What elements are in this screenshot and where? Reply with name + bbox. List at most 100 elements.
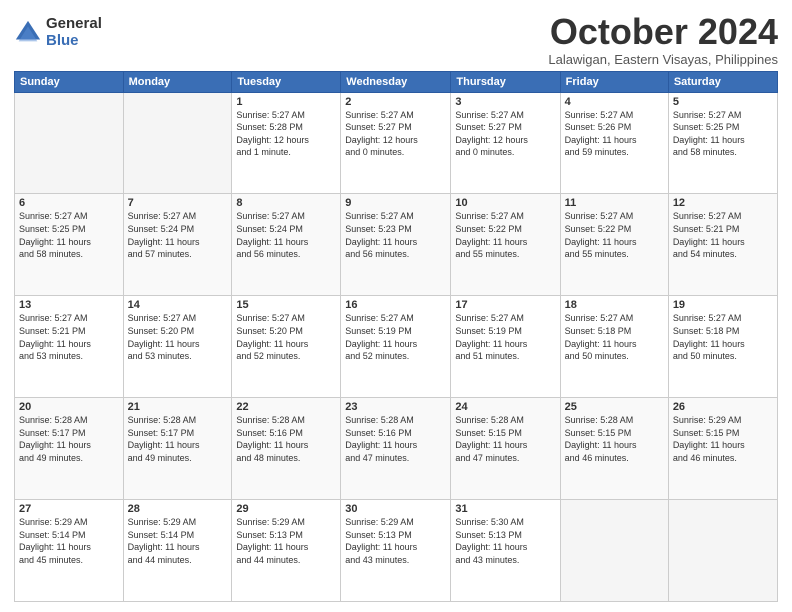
- day-info: Sunrise: 5:27 AM Sunset: 5:25 PM Dayligh…: [673, 109, 773, 159]
- day-info: Sunrise: 5:28 AM Sunset: 5:15 PM Dayligh…: [565, 414, 664, 464]
- day-number: 21: [128, 401, 228, 413]
- calendar-cell: 29Sunrise: 5:29 AM Sunset: 5:13 PM Dayli…: [232, 500, 341, 602]
- day-info: Sunrise: 5:28 AM Sunset: 5:15 PM Dayligh…: [455, 414, 555, 464]
- day-info: Sunrise: 5:27 AM Sunset: 5:23 PM Dayligh…: [345, 210, 446, 260]
- day-number: 27: [19, 503, 119, 515]
- day-info: Sunrise: 5:27 AM Sunset: 5:18 PM Dayligh…: [565, 312, 664, 362]
- day-info: Sunrise: 5:27 AM Sunset: 5:28 PM Dayligh…: [236, 109, 336, 159]
- calendar-cell: 13Sunrise: 5:27 AM Sunset: 5:21 PM Dayli…: [15, 296, 124, 398]
- day-number: 14: [128, 299, 228, 311]
- calendar-cell: [15, 92, 124, 194]
- calendar-cell: 6Sunrise: 5:27 AM Sunset: 5:25 PM Daylig…: [15, 194, 124, 296]
- day-number: 15: [236, 299, 336, 311]
- month-title: October 2024: [548, 12, 778, 52]
- calendar-cell: 25Sunrise: 5:28 AM Sunset: 5:15 PM Dayli…: [560, 398, 668, 500]
- day-number: 9: [345, 197, 446, 209]
- col-header-tuesday: Tuesday: [232, 71, 341, 92]
- week-row-1: 1Sunrise: 5:27 AM Sunset: 5:28 PM Daylig…: [15, 92, 778, 194]
- day-info: Sunrise: 5:28 AM Sunset: 5:16 PM Dayligh…: [236, 414, 336, 464]
- day-info: Sunrise: 5:29 AM Sunset: 5:14 PM Dayligh…: [128, 516, 228, 566]
- calendar-cell: 3Sunrise: 5:27 AM Sunset: 5:27 PM Daylig…: [451, 92, 560, 194]
- day-info: Sunrise: 5:27 AM Sunset: 5:27 PM Dayligh…: [345, 109, 446, 159]
- day-number: 26: [673, 401, 773, 413]
- day-info: Sunrise: 5:29 AM Sunset: 5:15 PM Dayligh…: [673, 414, 773, 464]
- day-number: 11: [565, 197, 664, 209]
- col-header-thursday: Thursday: [451, 71, 560, 92]
- calendar-cell: 28Sunrise: 5:29 AM Sunset: 5:14 PM Dayli…: [123, 500, 232, 602]
- day-number: 2: [345, 96, 446, 108]
- day-info: Sunrise: 5:28 AM Sunset: 5:17 PM Dayligh…: [19, 414, 119, 464]
- day-number: 10: [455, 197, 555, 209]
- day-info: Sunrise: 5:27 AM Sunset: 5:19 PM Dayligh…: [345, 312, 446, 362]
- day-number: 7: [128, 197, 228, 209]
- day-number: 6: [19, 197, 119, 209]
- calendar-table: SundayMondayTuesdayWednesdayThursdayFrid…: [14, 71, 778, 602]
- week-row-3: 13Sunrise: 5:27 AM Sunset: 5:21 PM Dayli…: [15, 296, 778, 398]
- day-info: Sunrise: 5:28 AM Sunset: 5:16 PM Dayligh…: [345, 414, 446, 464]
- calendar-cell: 2Sunrise: 5:27 AM Sunset: 5:27 PM Daylig…: [341, 92, 451, 194]
- day-info: Sunrise: 5:29 AM Sunset: 5:14 PM Dayligh…: [19, 516, 119, 566]
- day-number: 24: [455, 401, 555, 413]
- day-number: 13: [19, 299, 119, 311]
- day-number: 28: [128, 503, 228, 515]
- calendar-cell: 12Sunrise: 5:27 AM Sunset: 5:21 PM Dayli…: [668, 194, 777, 296]
- calendar-cell: 21Sunrise: 5:28 AM Sunset: 5:17 PM Dayli…: [123, 398, 232, 500]
- calendar-cell: 17Sunrise: 5:27 AM Sunset: 5:19 PM Dayli…: [451, 296, 560, 398]
- day-info: Sunrise: 5:28 AM Sunset: 5:17 PM Dayligh…: [128, 414, 228, 464]
- calendar-cell: 1Sunrise: 5:27 AM Sunset: 5:28 PM Daylig…: [232, 92, 341, 194]
- calendar-cell: 15Sunrise: 5:27 AM Sunset: 5:20 PM Dayli…: [232, 296, 341, 398]
- calendar-cell: 5Sunrise: 5:27 AM Sunset: 5:25 PM Daylig…: [668, 92, 777, 194]
- calendar-cell: 24Sunrise: 5:28 AM Sunset: 5:15 PM Dayli…: [451, 398, 560, 500]
- day-number: 23: [345, 401, 446, 413]
- calendar-cell: 4Sunrise: 5:27 AM Sunset: 5:26 PM Daylig…: [560, 92, 668, 194]
- day-number: 16: [345, 299, 446, 311]
- week-row-5: 27Sunrise: 5:29 AM Sunset: 5:14 PM Dayli…: [15, 500, 778, 602]
- calendar-cell: 26Sunrise: 5:29 AM Sunset: 5:15 PM Dayli…: [668, 398, 777, 500]
- day-number: 25: [565, 401, 664, 413]
- calendar-cell: [560, 500, 668, 602]
- day-number: 1: [236, 96, 336, 108]
- day-number: 30: [345, 503, 446, 515]
- logo-text: General Blue: [46, 16, 102, 49]
- day-info: Sunrise: 5:27 AM Sunset: 5:21 PM Dayligh…: [19, 312, 119, 362]
- col-header-sunday: Sunday: [15, 71, 124, 92]
- title-area: October 2024 Lalawigan, Eastern Visayas,…: [548, 12, 778, 67]
- day-number: 8: [236, 197, 336, 209]
- calendar-cell: 10Sunrise: 5:27 AM Sunset: 5:22 PM Dayli…: [451, 194, 560, 296]
- day-number: 18: [565, 299, 664, 311]
- day-info: Sunrise: 5:27 AM Sunset: 5:27 PM Dayligh…: [455, 109, 555, 159]
- calendar-cell: 7Sunrise: 5:27 AM Sunset: 5:24 PM Daylig…: [123, 194, 232, 296]
- calendar-cell: 31Sunrise: 5:30 AM Sunset: 5:13 PM Dayli…: [451, 500, 560, 602]
- calendar-cell: 22Sunrise: 5:28 AM Sunset: 5:16 PM Dayli…: [232, 398, 341, 500]
- calendar-cell: 30Sunrise: 5:29 AM Sunset: 5:13 PM Dayli…: [341, 500, 451, 602]
- page: General Blue October 2024 Lalawigan, Eas…: [0, 0, 792, 612]
- day-info: Sunrise: 5:27 AM Sunset: 5:20 PM Dayligh…: [128, 312, 228, 362]
- col-header-friday: Friday: [560, 71, 668, 92]
- day-info: Sunrise: 5:29 AM Sunset: 5:13 PM Dayligh…: [345, 516, 446, 566]
- week-row-4: 20Sunrise: 5:28 AM Sunset: 5:17 PM Dayli…: [15, 398, 778, 500]
- day-number: 12: [673, 197, 773, 209]
- day-number: 17: [455, 299, 555, 311]
- calendar-cell: 14Sunrise: 5:27 AM Sunset: 5:20 PM Dayli…: [123, 296, 232, 398]
- day-info: Sunrise: 5:27 AM Sunset: 5:21 PM Dayligh…: [673, 210, 773, 260]
- logo-blue-text: Blue: [46, 33, 102, 50]
- day-number: 29: [236, 503, 336, 515]
- calendar-cell: [123, 92, 232, 194]
- day-number: 5: [673, 96, 773, 108]
- day-number: 22: [236, 401, 336, 413]
- day-info: Sunrise: 5:27 AM Sunset: 5:24 PM Dayligh…: [236, 210, 336, 260]
- calendar-cell: 16Sunrise: 5:27 AM Sunset: 5:19 PM Dayli…: [341, 296, 451, 398]
- logo: General Blue: [14, 16, 102, 49]
- calendar-cell: 9Sunrise: 5:27 AM Sunset: 5:23 PM Daylig…: [341, 194, 451, 296]
- day-info: Sunrise: 5:27 AM Sunset: 5:22 PM Dayligh…: [455, 210, 555, 260]
- header: General Blue October 2024 Lalawigan, Eas…: [14, 12, 778, 67]
- col-header-wednesday: Wednesday: [341, 71, 451, 92]
- logo-general-text: General: [46, 16, 102, 33]
- calendar-cell: 18Sunrise: 5:27 AM Sunset: 5:18 PM Dayli…: [560, 296, 668, 398]
- calendar-cell: 27Sunrise: 5:29 AM Sunset: 5:14 PM Dayli…: [15, 500, 124, 602]
- day-info: Sunrise: 5:27 AM Sunset: 5:20 PM Dayligh…: [236, 312, 336, 362]
- day-info: Sunrise: 5:27 AM Sunset: 5:26 PM Dayligh…: [565, 109, 664, 159]
- day-info: Sunrise: 5:27 AM Sunset: 5:22 PM Dayligh…: [565, 210, 664, 260]
- day-info: Sunrise: 5:29 AM Sunset: 5:13 PM Dayligh…: [236, 516, 336, 566]
- day-number: 19: [673, 299, 773, 311]
